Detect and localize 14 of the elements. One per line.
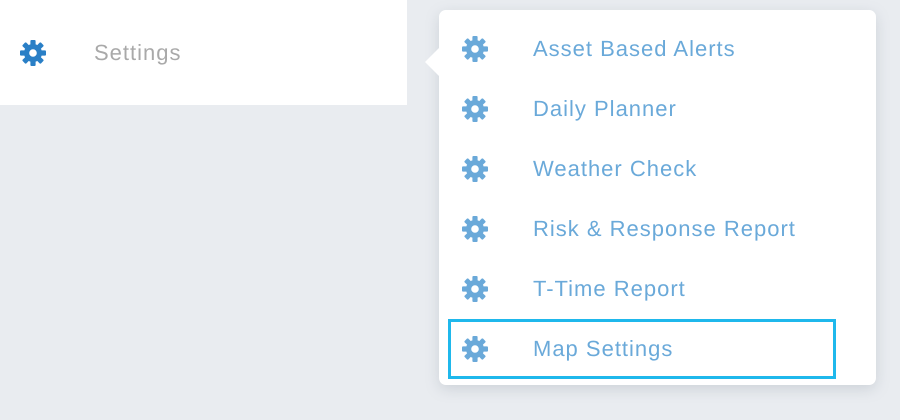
gear-icon [461, 95, 489, 123]
menu-item[interactable]: Risk & Response Report [448, 199, 836, 259]
gear-icon [461, 215, 489, 243]
menu-item[interactable]: T-Time Report [448, 259, 836, 319]
menu-item[interactable]: Daily Planner [448, 79, 836, 139]
menu-item[interactable]: Asset Based Alerts [448, 19, 836, 79]
menu-item[interactable]: Map Settings [448, 319, 836, 379]
sidebar-item[interactable]: Settings [94, 40, 182, 66]
menu-item[interactable]: Weather Check [448, 139, 836, 199]
gear-icon [461, 275, 489, 303]
gear-icon [461, 35, 489, 63]
gear-icon [19, 38, 47, 66]
gear-icon [461, 335, 489, 363]
gear-icon [461, 155, 489, 183]
